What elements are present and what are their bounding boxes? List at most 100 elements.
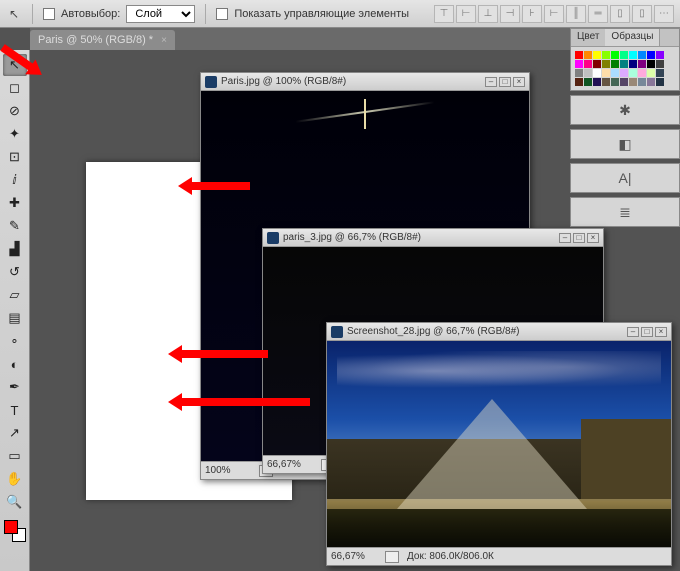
swatch[interactable]: [656, 69, 664, 77]
align-left-button[interactable]: ⊣: [500, 5, 520, 23]
tool-stamp[interactable]: ▟: [3, 238, 27, 260]
window-titlebar[interactable]: Screenshot_28.jpg @ 66,7% (RGB/8#) – □ ×: [327, 323, 671, 341]
close-tab-icon[interactable]: ×: [161, 35, 167, 46]
swatch[interactable]: [575, 78, 583, 86]
tool-heal[interactable]: ✚: [3, 192, 27, 214]
swatch[interactable]: [629, 60, 637, 68]
tool-eyedropper[interactable]: ⅈ: [3, 169, 27, 191]
distribute-4-button[interactable]: ▯: [632, 5, 652, 23]
swatch[interactable]: [620, 69, 628, 77]
swatch[interactable]: [584, 69, 592, 77]
tool-marquee[interactable]: ◻: [3, 77, 27, 99]
swatch[interactable]: [620, 60, 628, 68]
align-top-button[interactable]: ⊤: [434, 5, 454, 23]
swatch[interactable]: [656, 78, 664, 86]
tool-eraser[interactable]: ▱: [3, 284, 27, 306]
swatch[interactable]: [575, 60, 583, 68]
document-tab[interactable]: Paris @ 50% (RGB/8) * ×: [30, 30, 175, 50]
swatch[interactable]: [584, 51, 592, 59]
status-button[interactable]: [385, 551, 399, 563]
swatch[interactable]: [656, 60, 664, 68]
close-button[interactable]: ×: [513, 77, 525, 87]
tool-gradient[interactable]: ▤: [3, 307, 27, 329]
swatch[interactable]: [593, 60, 601, 68]
swatch[interactable]: [629, 78, 637, 86]
swatch[interactable]: [602, 69, 610, 77]
tool-type[interactable]: T: [3, 399, 27, 421]
layers-panel-icon[interactable]: ≣: [570, 197, 680, 227]
tool-dodge[interactable]: ◐: [3, 353, 27, 375]
zoom-level[interactable]: 66,67%: [267, 459, 313, 470]
swatch[interactable]: [593, 69, 601, 77]
tool-path-select[interactable]: ↗: [3, 422, 27, 444]
swatch[interactable]: [602, 78, 610, 86]
tool-hand[interactable]: ✋: [3, 468, 27, 490]
swatch[interactable]: [620, 78, 628, 86]
distribute-h-button[interactable]: ║: [566, 5, 586, 23]
swatch[interactable]: [638, 78, 646, 86]
swatch[interactable]: [638, 51, 646, 59]
swatch[interactable]: [638, 69, 646, 77]
zoom-level[interactable]: 100%: [205, 465, 251, 476]
swatch[interactable]: [611, 69, 619, 77]
minimize-button[interactable]: –: [627, 327, 639, 337]
navigator-panel-icon[interactable]: ✱: [570, 95, 680, 125]
swatch[interactable]: [593, 51, 601, 59]
swatch[interactable]: [629, 51, 637, 59]
swatch[interactable]: [647, 51, 655, 59]
tool-history-brush[interactable]: ↺: [3, 261, 27, 283]
zoom-level[interactable]: 66,67%: [331, 551, 377, 562]
swatch-grid[interactable]: [571, 47, 679, 90]
tool-shape[interactable]: ▭: [3, 445, 27, 467]
swatch[interactable]: [575, 51, 583, 59]
minimize-button[interactable]: –: [485, 77, 497, 87]
swatch[interactable]: [647, 69, 655, 77]
tool-brush[interactable]: ✎: [3, 215, 27, 237]
show-controls-checkbox[interactable]: [216, 8, 228, 20]
close-button[interactable]: ×: [587, 233, 599, 243]
tool-blur[interactable]: ∘: [3, 330, 27, 352]
auto-select-checkbox[interactable]: [43, 8, 55, 20]
maximize-button[interactable]: □: [573, 233, 585, 243]
swatch[interactable]: [584, 78, 592, 86]
align-bottom-button[interactable]: ⊥: [478, 5, 498, 23]
swatch[interactable]: [611, 78, 619, 86]
swatch[interactable]: [647, 60, 655, 68]
adjustments-panel-icon[interactable]: ◧: [570, 129, 680, 159]
swatch[interactable]: [647, 78, 655, 86]
tool-pen[interactable]: ✒: [3, 376, 27, 398]
swatch[interactable]: [611, 51, 619, 59]
arrange-button[interactable]: ⋯: [654, 5, 674, 23]
align-vcenter-button[interactable]: ⊢: [456, 5, 476, 23]
swatch[interactable]: [602, 51, 610, 59]
close-button[interactable]: ×: [655, 327, 667, 337]
auto-select-dropdown[interactable]: Слой: [126, 5, 195, 23]
distribute-3-button[interactable]: ▯: [610, 5, 630, 23]
swatch[interactable]: [593, 78, 601, 86]
swatch[interactable]: [638, 60, 646, 68]
minimize-button[interactable]: –: [559, 233, 571, 243]
image-canvas[interactable]: [327, 341, 671, 547]
color-swatches[interactable]: [4, 520, 26, 542]
tool-crop[interactable]: ⊡: [3, 146, 27, 168]
character-panel-icon[interactable]: A|: [570, 163, 680, 193]
window-titlebar[interactable]: Paris.jpg @ 100% (RGB/8#) – □ ×: [201, 73, 529, 91]
tool-wand[interactable]: ✦: [3, 123, 27, 145]
window-titlebar[interactable]: paris_3.jpg @ 66,7% (RGB/8#) – □ ×: [263, 229, 603, 247]
maximize-button[interactable]: □: [641, 327, 653, 337]
swatch[interactable]: [620, 51, 628, 59]
color-tab[interactable]: Цвет: [571, 29, 605, 46]
maximize-button[interactable]: □: [499, 77, 511, 87]
swatch[interactable]: [656, 51, 664, 59]
align-right-button[interactable]: ⊢: [544, 5, 564, 23]
tool-zoom[interactable]: 🔍: [3, 491, 27, 513]
swatch[interactable]: [575, 69, 583, 77]
swatch[interactable]: [611, 60, 619, 68]
swatch[interactable]: [602, 60, 610, 68]
tool-lasso[interactable]: ⊘: [3, 100, 27, 122]
distribute-v-button[interactable]: ═: [588, 5, 608, 23]
align-hcenter-button[interactable]: ⊦: [522, 5, 542, 23]
document-window-screenshot28[interactable]: Screenshot_28.jpg @ 66,7% (RGB/8#) – □ ×…: [326, 322, 672, 566]
swatch[interactable]: [629, 69, 637, 77]
swatches-tab[interactable]: Образцы: [605, 29, 660, 46]
